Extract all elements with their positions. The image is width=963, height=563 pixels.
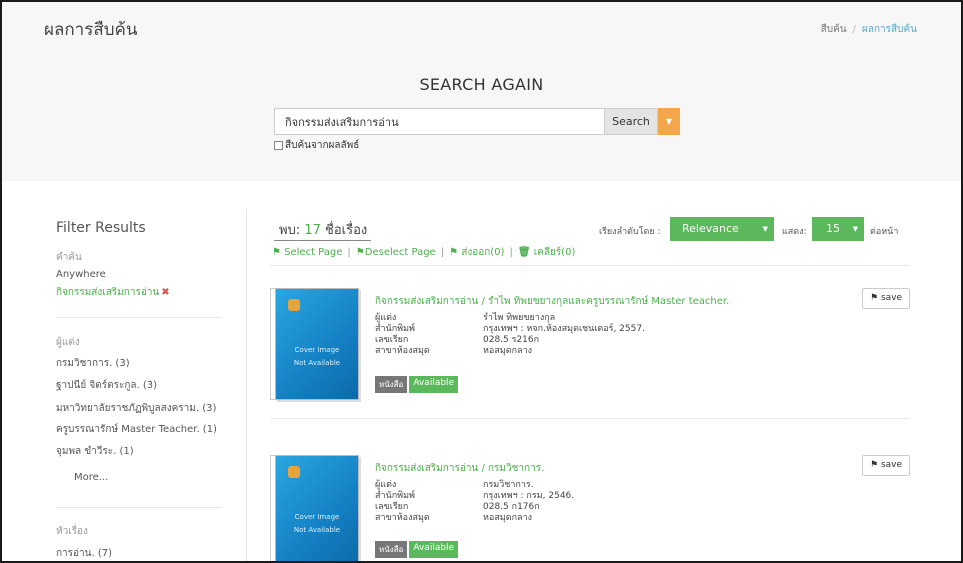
active-keyword-filter[interactable]: กิจกรรมส่งเสริมการอ่าน ✖: [56, 285, 170, 300]
result-title-link[interactable]: กิจกรรมส่งเสริมการอ่าน / กรมวิชาการ.: [375, 461, 544, 476]
meta-value: 028.5 ร216ก: [483, 335, 540, 345]
results-divider: [270, 265, 910, 266]
flag-uncheck-icon: ⚑: [355, 247, 365, 258]
search-again-panel: SEARCH AGAIN Search ▼ สืบค้นจากผลลัพธ์: [2, 46, 961, 181]
cover-image[interactable]: Cover Image Not Available: [275, 288, 359, 400]
search-input[interactable]: [274, 108, 605, 135]
meta-key: ผู้แต่ง: [375, 480, 397, 490]
subject-facet-label: หัวเรื่อง: [56, 526, 88, 537]
page-size-select[interactable]: 15 ▼: [812, 217, 864, 241]
meta-key: สำนักพิมพ์: [375, 491, 415, 501]
result-item: Cover Image Not Available กิจกรรมส่งเสริ…: [270, 288, 910, 408]
app-frame: ผลการสืบค้น สืบค้น / ผลการสืบค้น SEARCH AG…: [0, 0, 963, 563]
found-prefix: พบ:: [279, 223, 301, 238]
puzzle-icon: [288, 299, 300, 311]
remove-filter-icon[interactable]: ✖: [161, 287, 169, 298]
select-page-action[interactable]: ⚑ Select Page: [272, 247, 342, 258]
save-button[interactable]: ⚑ save: [862, 455, 910, 476]
search-again-heading: SEARCH AGAIN: [419, 75, 544, 94]
sidebar-divider: [56, 317, 222, 318]
breadcrumb-current: ผลการสืบค้น: [861, 24, 917, 35]
status-badge: Available: [409, 541, 459, 558]
result-actions: ⚑ Select Page | ⚑Deselect Page | ⚑ ส่งออ…: [272, 245, 576, 260]
cover-placeholder-text: Cover Image: [294, 513, 340, 521]
meta-value: 028.5 ก176ก: [483, 502, 540, 512]
search-within-checkbox[interactable]: [274, 141, 283, 150]
breadcrumb: สืบค้น / ผลการสืบค้น: [820, 24, 917, 35]
meta-value: หอสมุดกลาง: [483, 346, 533, 356]
found-count: 17: [304, 223, 321, 238]
found-suffix: ชื่อเรื่อง: [325, 223, 368, 238]
meta-key: สาขาห้องสมุด: [375, 346, 430, 356]
search-within-results[interactable]: สืบค้นจากผลลัพธ์: [274, 138, 359, 153]
meta-value: กรุงเทพฯ : กรม, 2546.: [483, 491, 575, 501]
cover-placeholder-text: Cover Image: [294, 346, 340, 354]
search-options-dropdown[interactable]: ▼: [658, 108, 680, 135]
deselect-page-action[interactable]: ⚑Deselect Page: [356, 247, 436, 258]
results-count: พบ: 17 ชื่อเรื่อง: [279, 219, 367, 240]
meta-key: สาขาห้องสมุด: [375, 513, 430, 523]
result-metadata: ผู้แต่ง รำไพ ทิพยขยางกุล สำนักพิมพ์ กรุงเท…: [375, 313, 645, 357]
puzzle-icon: [288, 466, 300, 478]
breadcrumb-search-link[interactable]: สืบค้น: [821, 24, 847, 35]
meta-key: เลขเรียก: [375, 502, 409, 512]
author-facet-item[interactable]: ฐาปนีย์ จิตร์ตระกูล. (3): [56, 376, 157, 395]
bookmark-icon: ⚑: [869, 460, 879, 470]
meta-key: ผู้แต่ง: [375, 313, 397, 323]
meta-value: หอสมุดกลาง: [483, 513, 533, 523]
meta-value: รำไพ ทิพยขยางกุล: [483, 313, 556, 323]
result-badges: หนังสือ Available: [375, 376, 459, 393]
page-size-value: 15: [826, 222, 840, 235]
bookmark-icon: ⚑: [869, 293, 879, 303]
chevron-down-icon: ▼: [852, 225, 858, 233]
content-divider: [246, 209, 247, 561]
author-facet-item[interactable]: จุมพล ขำวีระ. (1): [56, 442, 134, 461]
author-facet-label: ผู้แต่ง: [56, 337, 80, 348]
flag-export-icon: ⚑: [449, 247, 459, 258]
type-badge: หนังสือ: [375, 376, 408, 393]
search-within-label: สืบค้นจากผลลัพธ์: [285, 140, 360, 151]
meta-value: กรุงเทพฯ : หจก.ห้องสมุดเชนเตอร์, 2557.: [483, 324, 645, 334]
subject-facet-item[interactable]: การอ่าน. (7): [56, 544, 112, 561]
filter-results-title: Filter Results: [56, 220, 146, 236]
flag-check-icon: ⚑: [272, 247, 281, 258]
sidebar-divider: [56, 507, 222, 508]
keyword-field: Anywhere: [56, 269, 106, 280]
clear-action[interactable]: 🗑 เคลียร์(0): [518, 245, 576, 260]
meta-value: กรมวิชาการ.: [483, 480, 534, 490]
result-title-link[interactable]: กิจกรรมส่งเสริมการอ่าน / รำไพ ทิพยขยางกุ…: [375, 294, 729, 309]
meta-key: เลขเรียก: [375, 335, 409, 345]
cover-image[interactable]: Cover Image Not Available: [275, 455, 359, 561]
show-label: แสดง:: [782, 227, 807, 237]
result-metadata: ผู้แต่ง กรมวิชาการ. สำนักพิมพ์ กรุงเทพฯ : …: [375, 480, 574, 524]
cover-placeholder-text: Not Available: [293, 526, 341, 534]
sort-value: Relevance: [682, 222, 739, 235]
per-page-label: ต่อหน้า: [870, 227, 899, 237]
chevron-down-icon: ▼: [665, 117, 673, 126]
author-facet-item[interactable]: ครูบรรณารักษ์ Master Teacher. (1): [56, 420, 217, 439]
chevron-down-icon: ▼: [762, 225, 768, 233]
export-action[interactable]: ⚑ ส่งออก(0): [449, 245, 504, 260]
active-keyword-value: กิจกรรมส่งเสริมการอ่าน: [56, 287, 160, 298]
author-facet-item[interactable]: มหาวิทยาลัยราชภัฏพิบูลสงคราม. (3): [56, 399, 216, 418]
results-divider: [270, 418, 910, 419]
author-facet-item[interactable]: กรมวิชาการ. (3): [56, 354, 130, 373]
page-title: ผลการสืบค้น: [44, 20, 138, 40]
result-badges: หนังสือ Available: [375, 541, 459, 558]
search-button[interactable]: Search: [605, 108, 658, 135]
keyword-facet-label: คำค้น: [56, 252, 82, 263]
sort-select[interactable]: Relevance ▼: [670, 217, 774, 241]
sort-label: เรียงลำดับโดย :: [599, 227, 661, 237]
result-item: Cover Image Not Available กิจกรรมส่งเสริ…: [270, 455, 910, 561]
cover-placeholder-text: Not Available: [293, 359, 341, 367]
save-button[interactable]: ⚑ save: [862, 288, 910, 309]
trash-icon: 🗑: [517, 247, 531, 258]
meta-key: สำนักพิมพ์: [375, 324, 415, 334]
author-more-link[interactable]: More...: [74, 468, 108, 487]
results-count-underline: [274, 240, 371, 241]
top-header: ผลการสืบค้น สืบค้น / ผลการสืบค้น: [2, 2, 961, 46]
type-badge: หนังสือ: [375, 541, 408, 558]
status-badge: Available: [409, 376, 459, 393]
